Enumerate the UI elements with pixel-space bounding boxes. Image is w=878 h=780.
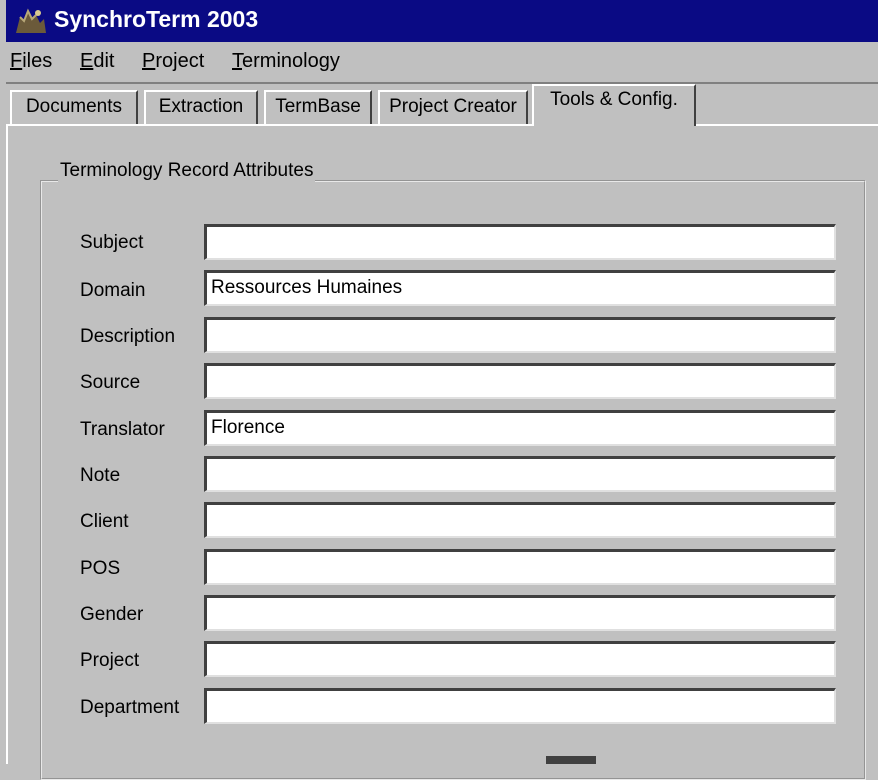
menu-edit-rest: dit [93, 50, 115, 72]
menu-project-rest: roject [155, 50, 205, 72]
label-subject: Subject [80, 232, 144, 253]
label-description: Description [80, 326, 176, 347]
menu-bar: Files Edit Project Terminology [6, 42, 878, 84]
client-field[interactable] [204, 502, 836, 538]
label-source: Source [80, 372, 141, 393]
groupbox-title: Terminology Record Attributes [58, 160, 316, 182]
menu-files-accel: F [10, 50, 23, 72]
source-field[interactable] [204, 363, 836, 399]
tab-tools-config[interactable]: Tools & Config. [532, 84, 696, 126]
label-client: Client [80, 511, 129, 532]
menu-files-rest: iles [22, 50, 53, 72]
gender-field[interactable] [204, 595, 836, 631]
tab-project-creator[interactable]: Project Creator [378, 90, 528, 124]
pos-field[interactable] [204, 549, 836, 585]
menu-edit-accel: E [80, 50, 94, 72]
label-project: Project [80, 650, 140, 671]
app-window: SynchroTerm 2003 Files Edit Project Term… [0, 0, 878, 780]
label-note: Note [80, 465, 121, 486]
menu-project[interactable]: Project [142, 50, 204, 73]
partially-visible-control[interactable] [546, 756, 596, 764]
label-domain: Domain [80, 280, 146, 301]
subject-field[interactable] [204, 224, 836, 260]
tab-documents[interactable]: Documents [10, 90, 138, 124]
menu-terminology-rest: erminology [242, 50, 340, 72]
tab-strip: Documents Extraction TermBase Project Cr… [6, 84, 878, 126]
project-field[interactable] [204, 641, 836, 677]
note-field[interactable] [204, 456, 836, 492]
synchroterm-app-icon [14, 7, 48, 35]
menu-files[interactable]: Files [10, 50, 52, 73]
label-translator: Translator [80, 419, 165, 440]
label-pos: POS [80, 558, 121, 579]
tab-termbase[interactable]: TermBase [264, 90, 372, 124]
label-gender: Gender [80, 604, 144, 625]
department-field[interactable] [204, 688, 836, 724]
label-department: Department [80, 697, 180, 718]
translator-field[interactable]: Florence [204, 410, 836, 446]
window-title: SynchroTerm 2003 [54, 6, 259, 32]
menu-edit[interactable]: Edit [80, 50, 114, 73]
tab-extraction[interactable]: Extraction [144, 90, 258, 124]
title-bar[interactable]: SynchroTerm 2003 [6, 0, 878, 42]
menu-project-accel: P [142, 50, 156, 72]
domain-field[interactable]: Ressources Humaines [204, 270, 836, 306]
description-field[interactable] [204, 317, 836, 353]
menu-terminology-accel: T [232, 50, 242, 72]
menu-terminology[interactable]: Terminology [232, 50, 340, 73]
